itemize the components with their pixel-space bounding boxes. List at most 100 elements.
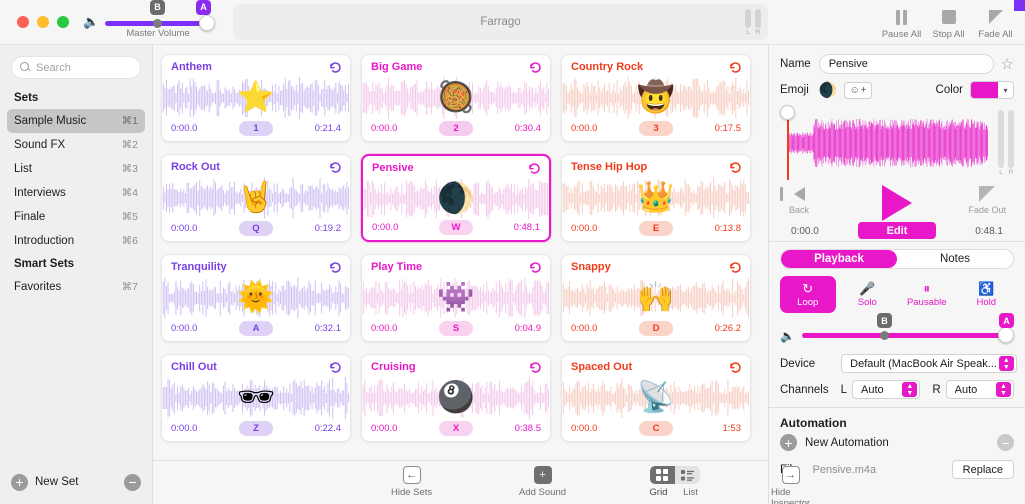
list-view-button[interactable] [674,466,700,484]
search-input[interactable] [36,61,132,74]
sound-volume-slider[interactable]: 🔈 B A [780,313,1014,345]
sound-tile[interactable]: Anthem ⭐ 0:00.0 1 0:21.4 [161,54,351,142]
plus-circle-icon[interactable]: + [11,473,28,491]
color-picker[interactable]: ▾ [970,81,1014,99]
tile-hotkey[interactable]: D [639,321,673,336]
star-outline-icon[interactable]: ☆ [1001,57,1014,72]
inspector-waveform[interactable]: L R [780,105,1014,183]
tile-hotkey[interactable]: X [439,421,473,436]
tile-hotkey[interactable]: 1 [239,121,273,136]
sidebar-item-favorites[interactable]: Favorites ⌘7 [7,275,145,299]
volume-knob[interactable] [998,327,1014,343]
mode-pausable-button[interactable]: ⏸ Pausable [899,276,955,313]
sound-tile[interactable]: Rock Out 🤘 0:00.0 Q 0:19.2 [161,154,351,242]
hide-sets-button[interactable]: ← Hide Sets [391,466,432,498]
mode-hold-button[interactable]: ♿ Hold [959,276,1015,313]
stepper-icon[interactable]: ▲ ▼ [902,382,918,397]
stop-all-button[interactable]: Stop All [925,2,972,40]
search-box[interactable] [11,56,141,79]
replace-button[interactable]: Replace [951,460,1014,479]
loop-icon[interactable] [329,361,342,379]
zoom-button[interactable] [57,16,69,28]
tile-hotkey[interactable]: S [439,321,473,336]
sound-tile[interactable]: Tense Hip Hop 👑 0:00.0 E 0:13.8 [561,154,751,242]
sidebar-item-sound-fx[interactable]: Sound FX ⌘2 [7,133,145,157]
master-volume-badge-a[interactable]: A [196,0,211,15]
loop-icon[interactable] [729,361,742,379]
sound-tile[interactable]: Snappy 🙌 0:00.0 D 0:26.2 [561,254,751,342]
stepper-icon[interactable]: ▲ ▼ [996,382,1011,397]
hide-inspector-button[interactable]: → Hide Inspector [771,466,810,504]
sidebar-item-introduction[interactable]: Introduction ⌘6 [7,229,145,253]
tile-hotkey[interactable]: C [639,421,673,436]
loop-icon[interactable] [329,261,342,279]
mode-solo-button[interactable]: 🎤 Solo [840,276,896,313]
tile-hotkey[interactable]: Z [239,421,273,436]
fade-all-button[interactable]: Fade All [972,2,1019,40]
loop-icon[interactable] [729,261,742,279]
close-button[interactable] [17,16,29,28]
volume-badge-b[interactable]: B [877,313,892,328]
sound-tile[interactable]: Pensive 🌒 0:00.0 W 0:48.1 [361,154,551,242]
sidebar-item-list[interactable]: List ⌘3 [7,157,145,181]
chevron-down-icon[interactable]: ▾ [998,82,1013,98]
meter-left [745,9,751,28]
edit-button[interactable]: Edit [858,222,936,239]
view-mode-segmented-control[interactable] [649,466,700,484]
sound-tile[interactable]: Big Game 🥘 0:00.0 2 0:30.4 [361,54,551,142]
channels-row: Channels L Auto ▲ ▼ R Auto ▲ ▼ [769,380,1025,399]
sidebar-item-finale[interactable]: Finale ⌘5 [7,205,145,229]
play-button[interactable] [882,185,912,221]
minus-circle-icon[interactable]: − [124,473,141,491]
volume-badge-a[interactable]: A [999,313,1014,328]
pause-all-button[interactable]: Pause All [878,2,925,40]
sound-tile[interactable]: Play Time 👾 0:00.0 S 0:04.9 [361,254,551,342]
back-button[interactable]: Back [779,185,812,215]
volume-marker-b[interactable] [880,331,889,340]
sound-tile[interactable]: Cruising 🎱 0:00.0 X 0:38.5 [361,354,551,442]
volume-track[interactable] [802,333,1006,338]
sound-tile[interactable]: Country Rock 🤠 0:00.0 3 0:17.5 [561,54,751,142]
tile-hotkey[interactable]: 2 [439,121,473,136]
fade-out-button[interactable]: Fade Out [968,185,1006,215]
loop-icon[interactable] [528,162,541,180]
loop-icon[interactable] [529,261,542,279]
channel-right-select[interactable]: Auto ▲ ▼ [945,380,1014,399]
sound-tile[interactable]: Spaced Out 📡 0:00.0 C 1:53 [561,354,751,442]
minus-circle-icon[interactable]: − [997,434,1014,451]
tile-hotkey[interactable]: E [639,221,673,236]
tile-hotkey[interactable]: W [439,220,473,235]
grid-view-button[interactable] [649,466,675,484]
plus-circle-icon[interactable]: + [780,434,797,451]
minimize-button[interactable] [37,16,49,28]
loop-icon[interactable] [729,161,742,179]
loop-icon[interactable] [529,361,542,379]
channel-left-select[interactable]: Auto ▲ ▼ [852,380,921,399]
tile-hotkey[interactable]: A [239,321,273,336]
loop-icon[interactable] [529,61,542,79]
tile-hotkey[interactable]: Q [239,221,273,236]
sound-tile[interactable]: Chill Out 🕶 0:00.0 Z 0:22.4 [161,354,351,442]
tab-notes[interactable]: Notes [897,250,1013,268]
master-volume-marker-b[interactable] [153,18,162,28]
sidebar-item-sample-music[interactable]: Sample Music ⌘1 [7,109,145,133]
sound-tile[interactable]: Tranquility 🌞 0:00.0 A 0:32.1 [161,254,351,342]
playhead-handle[interactable] [780,105,795,120]
color-swatch[interactable] [971,82,998,98]
device-select[interactable]: Default (MacBook Air Speak... ▲ ▼ [841,354,1017,373]
new-set-label[interactable]: New Set [35,476,117,488]
loop-icon[interactable] [729,61,742,79]
tile-hotkey[interactable]: 3 [639,121,673,136]
new-automation-row[interactable]: + New Automation − [769,432,1025,451]
sidebar-item-interviews[interactable]: Interviews ⌘4 [7,181,145,205]
name-input[interactable]: Pensive [818,54,994,74]
add-sound-button[interactable]: + Add Sound [519,466,566,498]
mode-loop-button[interactable]: ↻ Loop [780,276,836,313]
master-volume-badge-b[interactable]: B [150,0,165,15]
tab-playback[interactable]: Playback [781,250,897,268]
emoji-picker-button[interactable]: ☺ + [844,81,872,99]
master-volume-control[interactable]: 🔈 B A Master Volume [83,0,215,45]
stepper-icon[interactable]: ▲ ▼ [998,356,1014,371]
loop-icon[interactable] [329,161,342,179]
loop-icon[interactable] [329,61,342,79]
